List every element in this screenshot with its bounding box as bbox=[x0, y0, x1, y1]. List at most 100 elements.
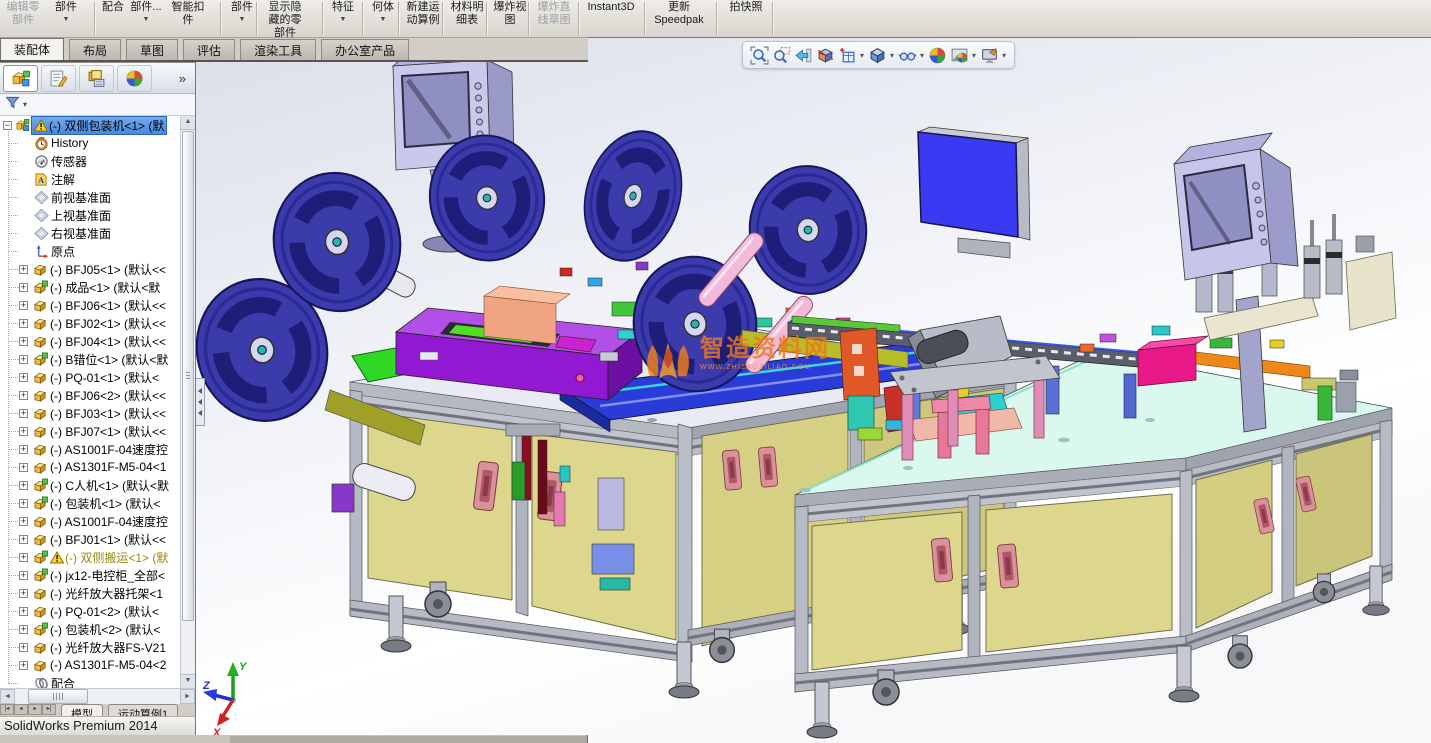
configuration-manager-tab[interactable] bbox=[79, 64, 114, 92]
expand-toggle[interactable]: + bbox=[19, 660, 28, 670]
ribbon-button-8[interactable]: 何体 ▼ bbox=[366, 1, 400, 23]
apply-scene-icon[interactable] bbox=[950, 46, 969, 65]
expand-toggle[interactable]: + bbox=[19, 570, 28, 580]
dropdown-arrow-icon[interactable]: ▾ bbox=[1002, 51, 1006, 60]
tree-item[interactable]: 右视基准面 bbox=[0, 224, 181, 242]
expand-toggle[interactable]: + bbox=[19, 444, 28, 454]
tree-item[interactable]: + (-) 成品<1> (默认<默 bbox=[0, 278, 181, 296]
tree-item[interactable]: + (-) B错位<1> (默认<默 bbox=[0, 350, 181, 368]
collapse-toggle[interactable]: − bbox=[3, 120, 12, 130]
tree-item[interactable]: + (-) 包装机<1> (默认< bbox=[0, 494, 181, 512]
ribbon-tab-办公室产品[interactable]: 办公室产品 bbox=[321, 39, 410, 60]
tree-item[interactable]: + (-) AS1001F-04速度控 bbox=[0, 440, 181, 458]
expand-toggle[interactable]: + bbox=[19, 390, 28, 400]
expand-toggle[interactable]: + bbox=[19, 642, 28, 652]
motion-tab-运动算例1[interactable]: 运动算例1 bbox=[108, 704, 179, 716]
tree-item[interactable]: + (-) 光纤放大器FS-V21 bbox=[0, 638, 181, 656]
expand-toggle[interactable]: + bbox=[19, 588, 28, 598]
expand-toggle[interactable]: + bbox=[19, 426, 28, 436]
scroll-right-arrow[interactable]: ► bbox=[180, 689, 195, 704]
expand-toggle[interactable]: + bbox=[19, 534, 28, 544]
ribbon-button-9[interactable]: 新建运 动算例 bbox=[402, 1, 444, 27]
tree-item[interactable]: + (-) BFJ06<1> (默认<< bbox=[0, 296, 181, 314]
display-style-icon[interactable] bbox=[868, 46, 887, 65]
expand-toggle[interactable]: + bbox=[19, 624, 28, 634]
motion-nav-button[interactable]: ◂ bbox=[14, 704, 28, 715]
scroll-up-arrow[interactable]: ▲ bbox=[181, 116, 195, 130]
tree-item[interactable]: + (-) BFJ04<1> (默认<< bbox=[0, 332, 181, 350]
scroll-left-arrow[interactable]: ◄ bbox=[0, 689, 15, 704]
ribbon-button-13[interactable]: Instant3D bbox=[582, 1, 640, 14]
dropdown-arrow-icon[interactable]: ▾ bbox=[860, 51, 864, 60]
ribbon-button-5[interactable]: 部件 ▼ bbox=[224, 1, 260, 23]
tree-item[interactable]: + (-) AS1301F-M5-04<1 bbox=[0, 458, 181, 476]
expand-toggle[interactable]: + bbox=[19, 336, 28, 346]
ribbon-tab-渲染工具[interactable]: 渲染工具 bbox=[240, 39, 317, 60]
filter-funnel-icon[interactable] bbox=[5, 96, 20, 114]
expand-toggle[interactable]: + bbox=[19, 498, 28, 508]
expand-toggle[interactable]: + bbox=[19, 408, 28, 418]
tree-item[interactable]: − (-) 双侧包装机<1> (默 bbox=[0, 116, 181, 135]
ribbon-button-11[interactable]: 爆炸视图 bbox=[490, 1, 530, 27]
view-settings-icon[interactable] bbox=[980, 46, 999, 65]
tree-vertical-scrollbar[interactable]: ▲ ▼ bbox=[180, 116, 195, 688]
expand-toggle[interactable]: + bbox=[19, 606, 28, 616]
dropdown-arrow-icon[interactable]: ▼ bbox=[46, 16, 86, 23]
property-manager-tab[interactable] bbox=[41, 64, 76, 92]
expand-toggle[interactable]: + bbox=[19, 516, 28, 526]
display-manager-tab[interactable] bbox=[117, 64, 152, 92]
tree-filter-row[interactable]: ▾ bbox=[0, 94, 195, 116]
tree-item[interactable]: + (-) BFJ05<1> (默认<< bbox=[0, 260, 181, 278]
tree-item[interactable]: + (-) BFJ06<2> (默认<< bbox=[0, 386, 181, 404]
motion-nav-button[interactable]: ▸ bbox=[28, 704, 42, 715]
tree-item[interactable]: + (-) 双侧搬运<1> (默 bbox=[0, 548, 181, 566]
expand-toggle[interactable]: + bbox=[19, 282, 28, 292]
motion-nav-button[interactable]: ▸| bbox=[42, 704, 56, 715]
ribbon-tab-布局[interactable]: 布局 bbox=[69, 39, 122, 60]
ribbon-button-14[interactable]: 更新 Speedpak bbox=[648, 1, 710, 27]
zoom-fit-icon[interactable] bbox=[750, 45, 769, 65]
tree-item[interactable]: History bbox=[0, 134, 181, 152]
tree-item[interactable]: + (-) BFJ02<1> (默认<< bbox=[0, 314, 181, 332]
view-orientation-icon[interactable] bbox=[838, 46, 857, 65]
expand-toggle[interactable]: + bbox=[19, 480, 28, 490]
ribbon-tab-装配体[interactable]: 装配体 bbox=[0, 38, 65, 60]
tree-item[interactable]: + (-) BFJ07<1> (默认<< bbox=[0, 422, 181, 440]
dropdown-arrow-icon[interactable]: ▼ bbox=[366, 16, 400, 23]
expand-toggle[interactable]: + bbox=[19, 318, 28, 328]
tree-item[interactable]: + (-) BFJ01<1> (默认<< bbox=[0, 530, 181, 548]
tree-item[interactable]: 上视基准面 bbox=[0, 206, 181, 224]
ribbon-button-2[interactable]: 配合 bbox=[98, 1, 128, 14]
tree-horizontal-scrollbar[interactable]: ◄ ► bbox=[0, 688, 196, 704]
tree-item[interactable]: A 注解 bbox=[0, 170, 181, 188]
tree-item[interactable]: 配合 bbox=[0, 674, 181, 688]
panel-splitter-handle[interactable] bbox=[196, 378, 205, 426]
ribbon-tab-评估[interactable]: 评估 bbox=[183, 39, 236, 60]
dropdown-arrow-icon[interactable]: ▾ bbox=[920, 51, 924, 60]
tree-item[interactable]: + (-) jx12-电控柜_全部< bbox=[0, 566, 181, 584]
ribbon-button-3[interactable]: 部件... ▼ bbox=[126, 1, 166, 23]
tree-item[interactable]: + (-) C人机<1> (默认<默 bbox=[0, 476, 181, 494]
motion-tab-模型[interactable]: 模型 bbox=[61, 704, 103, 716]
expand-toggle[interactable]: + bbox=[19, 462, 28, 472]
dropdown-arrow-icon[interactable]: ▼ bbox=[126, 16, 166, 23]
panel-overflow-chevron[interactable]: » bbox=[173, 71, 192, 86]
zoom-area-icon[interactable] bbox=[772, 46, 791, 65]
ribbon-button-6[interactable]: 显示隐 藏的零 部件 bbox=[262, 1, 308, 40]
hide-show-items-icon[interactable] bbox=[898, 46, 917, 65]
ribbon-button-15[interactable]: 拍快照 bbox=[724, 1, 768, 14]
ribbon-button-7[interactable]: 特征 ▼ bbox=[326, 1, 360, 23]
expand-toggle[interactable]: + bbox=[19, 372, 28, 382]
tree-item[interactable]: 传感器 bbox=[0, 152, 181, 170]
tree-item[interactable]: 前视基准面 bbox=[0, 188, 181, 206]
filter-dropdown-arrow[interactable]: ▾ bbox=[23, 100, 27, 109]
tree-item[interactable]: + (-) AS1301F-M5-04<2 bbox=[0, 656, 181, 674]
previous-view-icon[interactable] bbox=[794, 46, 813, 65]
dropdown-arrow-icon[interactable]: ▾ bbox=[972, 51, 976, 60]
ribbon-tab-草图[interactable]: 草图 bbox=[126, 39, 179, 60]
tree-item[interactable]: + (-) 光纤放大器托架<1 bbox=[0, 584, 181, 602]
expand-toggle[interactable]: + bbox=[19, 552, 28, 562]
motion-nav-button[interactable]: |◂ bbox=[0, 704, 14, 715]
expand-toggle[interactable]: + bbox=[19, 300, 28, 310]
expand-toggle[interactable]: + bbox=[19, 354, 28, 364]
